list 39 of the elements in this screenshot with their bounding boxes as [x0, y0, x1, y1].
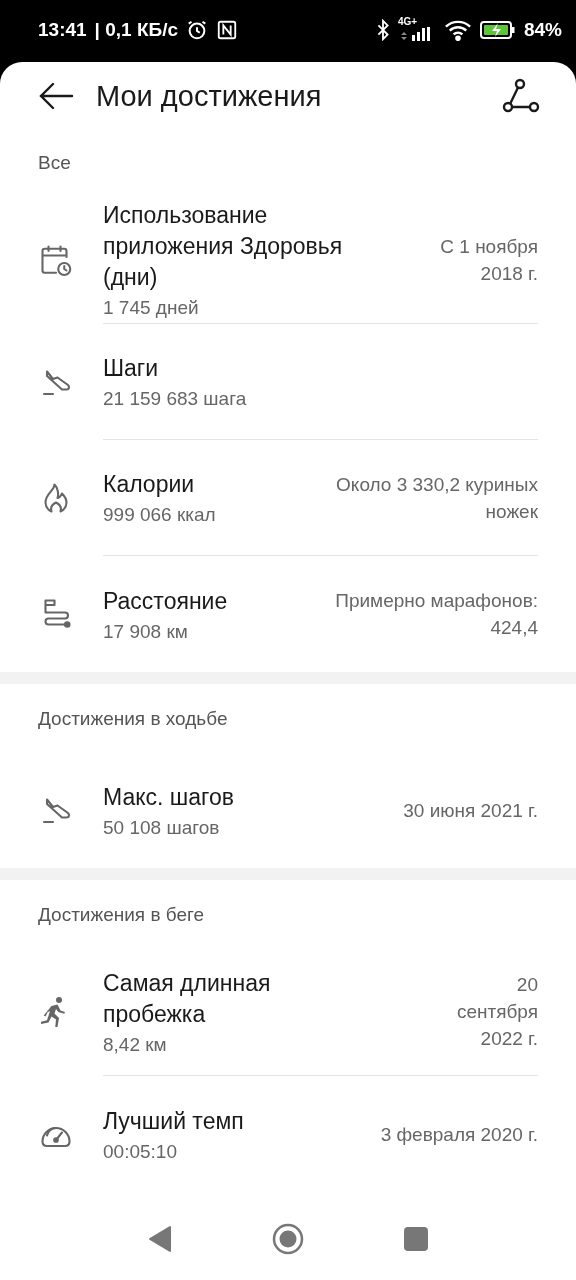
achievement-note: 3 февраля 2020 г. — [380, 1122, 538, 1147]
achievement-title: Лучший темп — [103, 1106, 245, 1136]
network-type: 4G+ — [397, 17, 418, 27]
achievement-note: С 1 ноября 2018 г. — [440, 234, 538, 286]
nfc-icon — [216, 19, 238, 41]
achievement-title: Использование приложения Здоровья (дни) — [103, 201, 344, 292]
achievement-note: Примерно марафонов: 424,4 — [335, 589, 538, 640]
achievement-value: 8,42 км — [103, 1033, 168, 1056]
section-label: Достижения в беге — [38, 903, 206, 927]
achievement-value: 17 908 км — [103, 620, 189, 643]
page-title: Мои достижения — [96, 79, 323, 113]
achievement-title: Калории — [103, 470, 196, 499]
achievement-note: 30 июня 2021 г. — [403, 798, 538, 823]
share-icon[interactable] — [502, 78, 540, 114]
achievement-value: 21 159 683 шага — [103, 388, 248, 410]
achievement-value: 00:05:10 — [103, 1140, 178, 1163]
achievement-title: Шаги — [103, 354, 160, 383]
network-speed: | 0,1 КБ/с — [94, 19, 178, 41]
achievement-value: 50 108 шагов — [103, 816, 221, 839]
wifi-icon — [443, 19, 472, 41]
achievement-title: Расстояние — [103, 586, 229, 616]
section-label: Достижения в ходьбе — [38, 707, 229, 731]
nav-recents-icon[interactable] — [404, 1227, 428, 1251]
achievement-note: 20 сентября 2022 г. — [456, 973, 538, 1051]
achievement-title: Макс. шагов — [103, 782, 235, 812]
battery-percent: 84% — [523, 19, 562, 41]
nav-back-icon[interactable] — [148, 1225, 172, 1253]
achievement-value: 1 745 дней — [103, 297, 200, 319]
section-label: Все — [38, 151, 72, 175]
achievement-title: Самая длинная пробежка — [103, 968, 272, 1029]
battery-charging-icon — [479, 20, 516, 40]
bluetooth-icon — [375, 19, 390, 41]
back-button[interactable] — [38, 81, 74, 111]
calendar-clock-icon — [38, 242, 74, 278]
achievement-value: 999 066 ккал — [103, 504, 217, 526]
nav-home-icon[interactable] — [272, 1223, 304, 1255]
status-time: 13:41 — [38, 19, 87, 41]
achievement-note: Около 3 330,2 куриных ножек — [336, 472, 538, 524]
alarm-icon — [186, 19, 208, 41]
